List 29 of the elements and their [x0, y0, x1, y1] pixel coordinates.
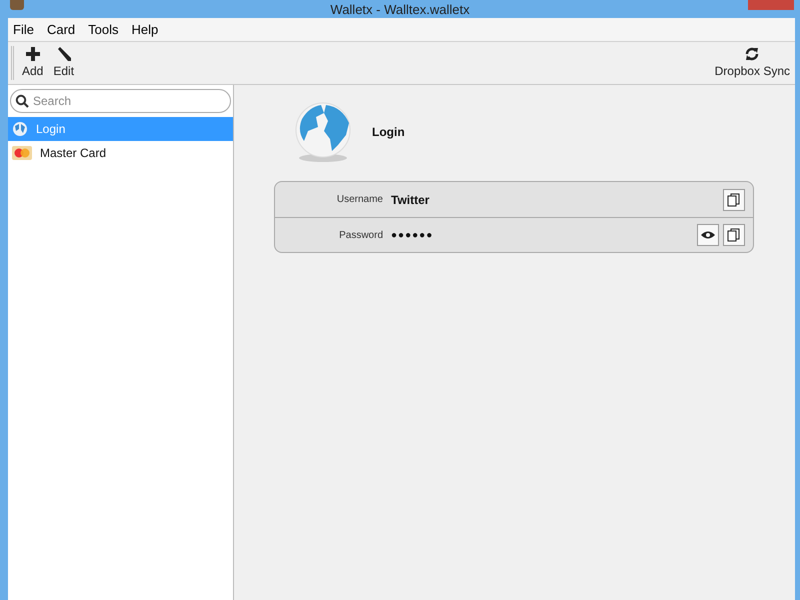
menu-item[interactable]: Help	[132, 20, 158, 40]
field-label: Password	[338, 228, 383, 242]
menu-item[interactable]: Tools	[88, 20, 118, 40]
reveal-button[interactable]	[697, 224, 719, 246]
search-field[interactable]: Search	[10, 89, 231, 113]
copy-button[interactable]	[723, 224, 745, 246]
pencil-icon	[56, 46, 72, 62]
field-value: ●●●●●●	[391, 228, 434, 242]
search-icon	[15, 94, 29, 108]
app-icon	[10, 0, 24, 10]
add-button[interactable]: Add	[22, 46, 44, 80]
menu-item[interactable]: Card	[46, 20, 76, 40]
card-title: Login	[372, 124, 405, 141]
menu-item[interactable]: File	[13, 20, 34, 40]
dropbox-sync-button[interactable]: Dropbox Sync	[714, 46, 790, 80]
plus-icon	[24, 46, 41, 62]
copy-button[interactable]	[723, 188, 745, 210]
copy-icon	[727, 228, 741, 242]
window-title: Walletx - Walltex.walletx	[330, 2, 470, 18]
card-list-item[interactable]: Master Card	[8, 141, 233, 165]
sync-icon	[744, 46, 760, 62]
copy-icon	[727, 192, 741, 206]
field-label: Username	[336, 193, 383, 207]
globe-icon	[12, 121, 28, 137]
field-value: Twitter	[391, 192, 430, 208]
eye-icon	[700, 230, 716, 240]
credit-card-icon	[12, 146, 32, 160]
edit-button[interactable]: Edit	[53, 46, 74, 80]
globe-icon	[294, 101, 352, 163]
